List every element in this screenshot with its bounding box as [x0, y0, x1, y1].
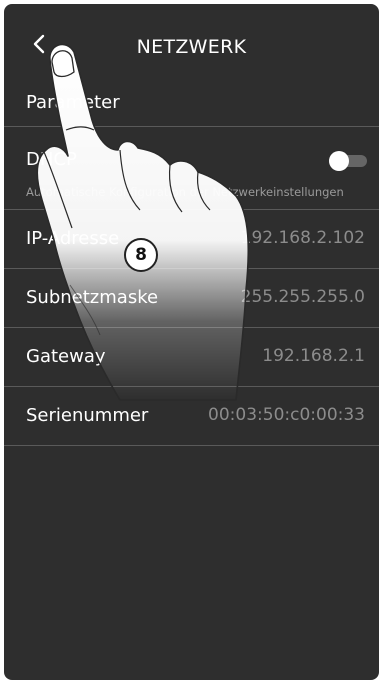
dhcp-label: DHCP	[26, 149, 77, 170]
app-screen: NETZWERK Parameter DHCP Automatische Kon…	[4, 4, 379, 680]
parameter-label: Parameter	[26, 92, 120, 113]
dhcp-row: DHCP Automatische Konfiguration der Netz…	[4, 127, 379, 210]
gateway-value: 192.168.2.1	[262, 346, 365, 366]
header-bar: NETZWERK	[4, 4, 379, 86]
gateway-row[interactable]: Gateway 192.168.2.1	[4, 328, 379, 387]
ip-address-label: IP-Adresse	[26, 228, 120, 249]
parameter-row[interactable]: Parameter	[4, 86, 379, 127]
subnet-mask-value: 255.255.255.0	[240, 287, 365, 307]
ip-address-value: 192.168.2.102	[240, 228, 365, 248]
ip-address-row[interactable]: IP-Adresse 192.168.2.102	[4, 210, 379, 269]
dhcp-toggle[interactable]	[329, 151, 367, 171]
subnet-mask-label: Subnetzmaske	[26, 287, 159, 308]
step-callout-badge: 8	[124, 238, 158, 272]
serial-number-row[interactable]: Serienummer 00:03:50:c0:00:33	[4, 387, 379, 446]
page-title: NETZWERK	[136, 36, 247, 58]
toggle-knob	[329, 151, 349, 171]
gateway-label: Gateway	[26, 346, 106, 367]
serial-number-value: 00:03:50:c0:00:33	[208, 405, 365, 425]
subnet-mask-row[interactable]: Subnetzmaske 255.255.255.0	[4, 269, 379, 328]
dhcp-description: Automatische Konfiguration der Netzwerke…	[26, 185, 344, 199]
serial-number-label: Serienummer	[26, 405, 149, 426]
